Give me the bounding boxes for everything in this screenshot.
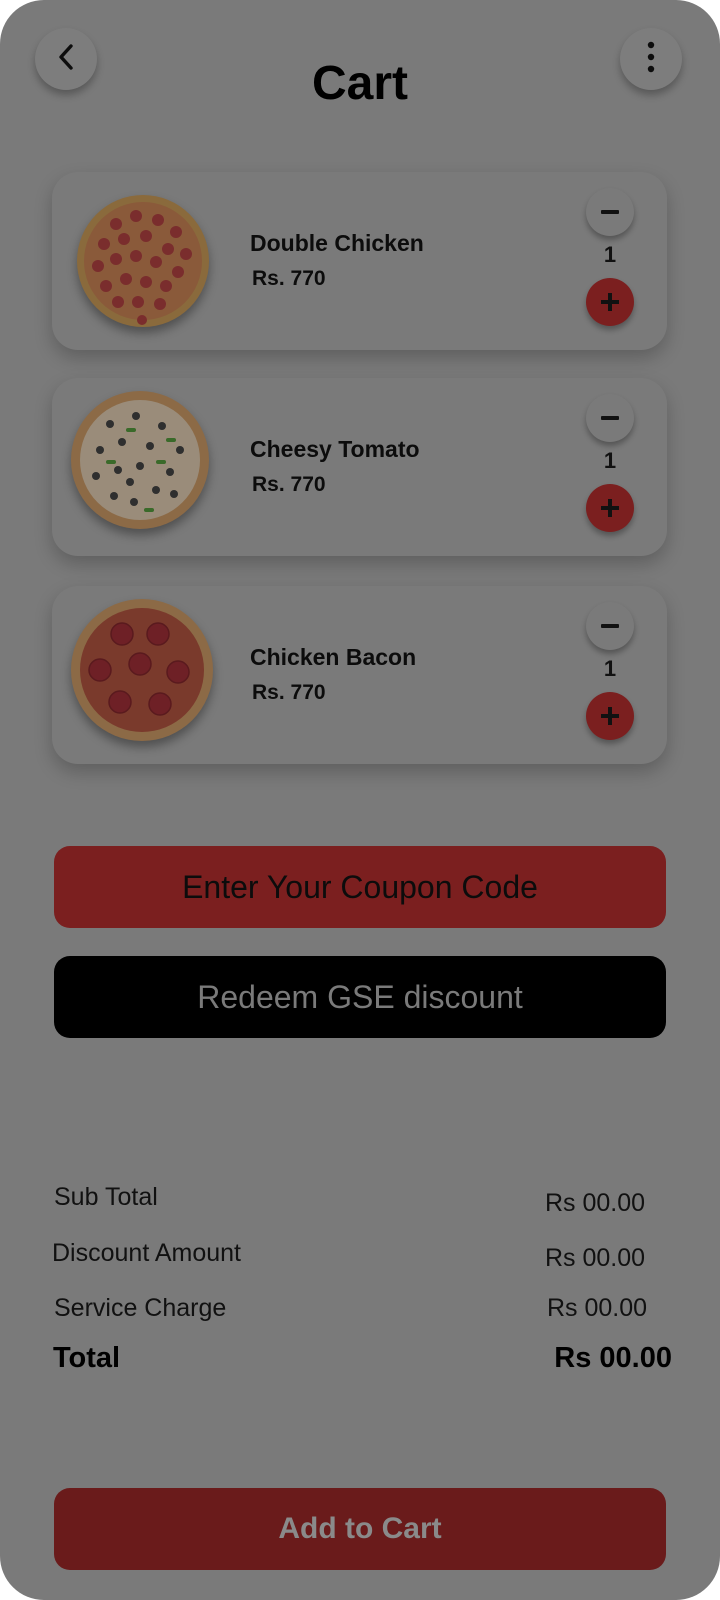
cart-item-card: Cheesy Tomato Rs. 770 1 bbox=[52, 378, 667, 556]
subtotal-value: Rs 00.00 bbox=[544, 1189, 645, 1217]
item-price: Rs. 770 bbox=[252, 681, 326, 704]
cart-item-card: Chicken Bacon Rs. 770 1 bbox=[52, 586, 667, 764]
decrease-quantity-button[interactable] bbox=[586, 394, 634, 442]
item-price: Rs. 770 bbox=[252, 473, 326, 496]
decrease-quantity-button[interactable] bbox=[586, 188, 634, 236]
increase-quantity-button[interactable] bbox=[586, 484, 634, 532]
cart-item-card: Double Chicken Rs. 770 1 bbox=[52, 172, 667, 350]
increase-quantity-button[interactable] bbox=[586, 278, 634, 326]
coupon-code-button[interactable]: Enter Your Coupon Code bbox=[54, 846, 666, 928]
quantity-value: 1 bbox=[603, 656, 617, 681]
veggie-pizza-image bbox=[70, 390, 210, 530]
minus-icon bbox=[601, 416, 619, 420]
decrease-quantity-button[interactable] bbox=[586, 602, 634, 650]
plus-icon bbox=[601, 499, 619, 517]
subtotal-label: Sub Total bbox=[54, 1183, 158, 1211]
total-label: Total bbox=[53, 1342, 121, 1374]
service-charge-value: Rs 00.00 bbox=[546, 1294, 647, 1322]
item-name: Cheesy Tomato bbox=[250, 436, 420, 462]
plus-icon bbox=[601, 293, 619, 311]
minus-icon bbox=[601, 210, 619, 214]
item-name: Double Chicken bbox=[250, 230, 424, 256]
salami-pizza-image bbox=[70, 598, 214, 742]
discount-label: Discount Amount bbox=[52, 1239, 241, 1267]
cart-screen: Cart Double Chicken Rs. 770 1 Cheesy Tom… bbox=[0, 0, 720, 1600]
quantity-value: 1 bbox=[603, 242, 617, 267]
total-value: Rs 00.00 bbox=[554, 1342, 672, 1374]
add-to-cart-button[interactable]: Add to Cart bbox=[54, 1488, 666, 1570]
item-price: Rs. 770 bbox=[252, 267, 326, 290]
quantity-value: 1 bbox=[603, 448, 617, 473]
page-title: Cart bbox=[311, 57, 409, 110]
pepperoni-pizza-image bbox=[76, 194, 210, 328]
plus-icon bbox=[601, 707, 619, 725]
service-charge-label: Service Charge bbox=[54, 1294, 227, 1322]
redeem-discount-button[interactable]: Redeem GSE discount bbox=[54, 956, 666, 1038]
item-name: Chicken Bacon bbox=[250, 644, 417, 670]
minus-icon bbox=[601, 624, 619, 628]
more-vertical-icon bbox=[646, 41, 656, 78]
more-options-button[interactable] bbox=[620, 28, 682, 90]
increase-quantity-button[interactable] bbox=[586, 692, 634, 740]
discount-value: Rs 00.00 bbox=[544, 1244, 645, 1272]
